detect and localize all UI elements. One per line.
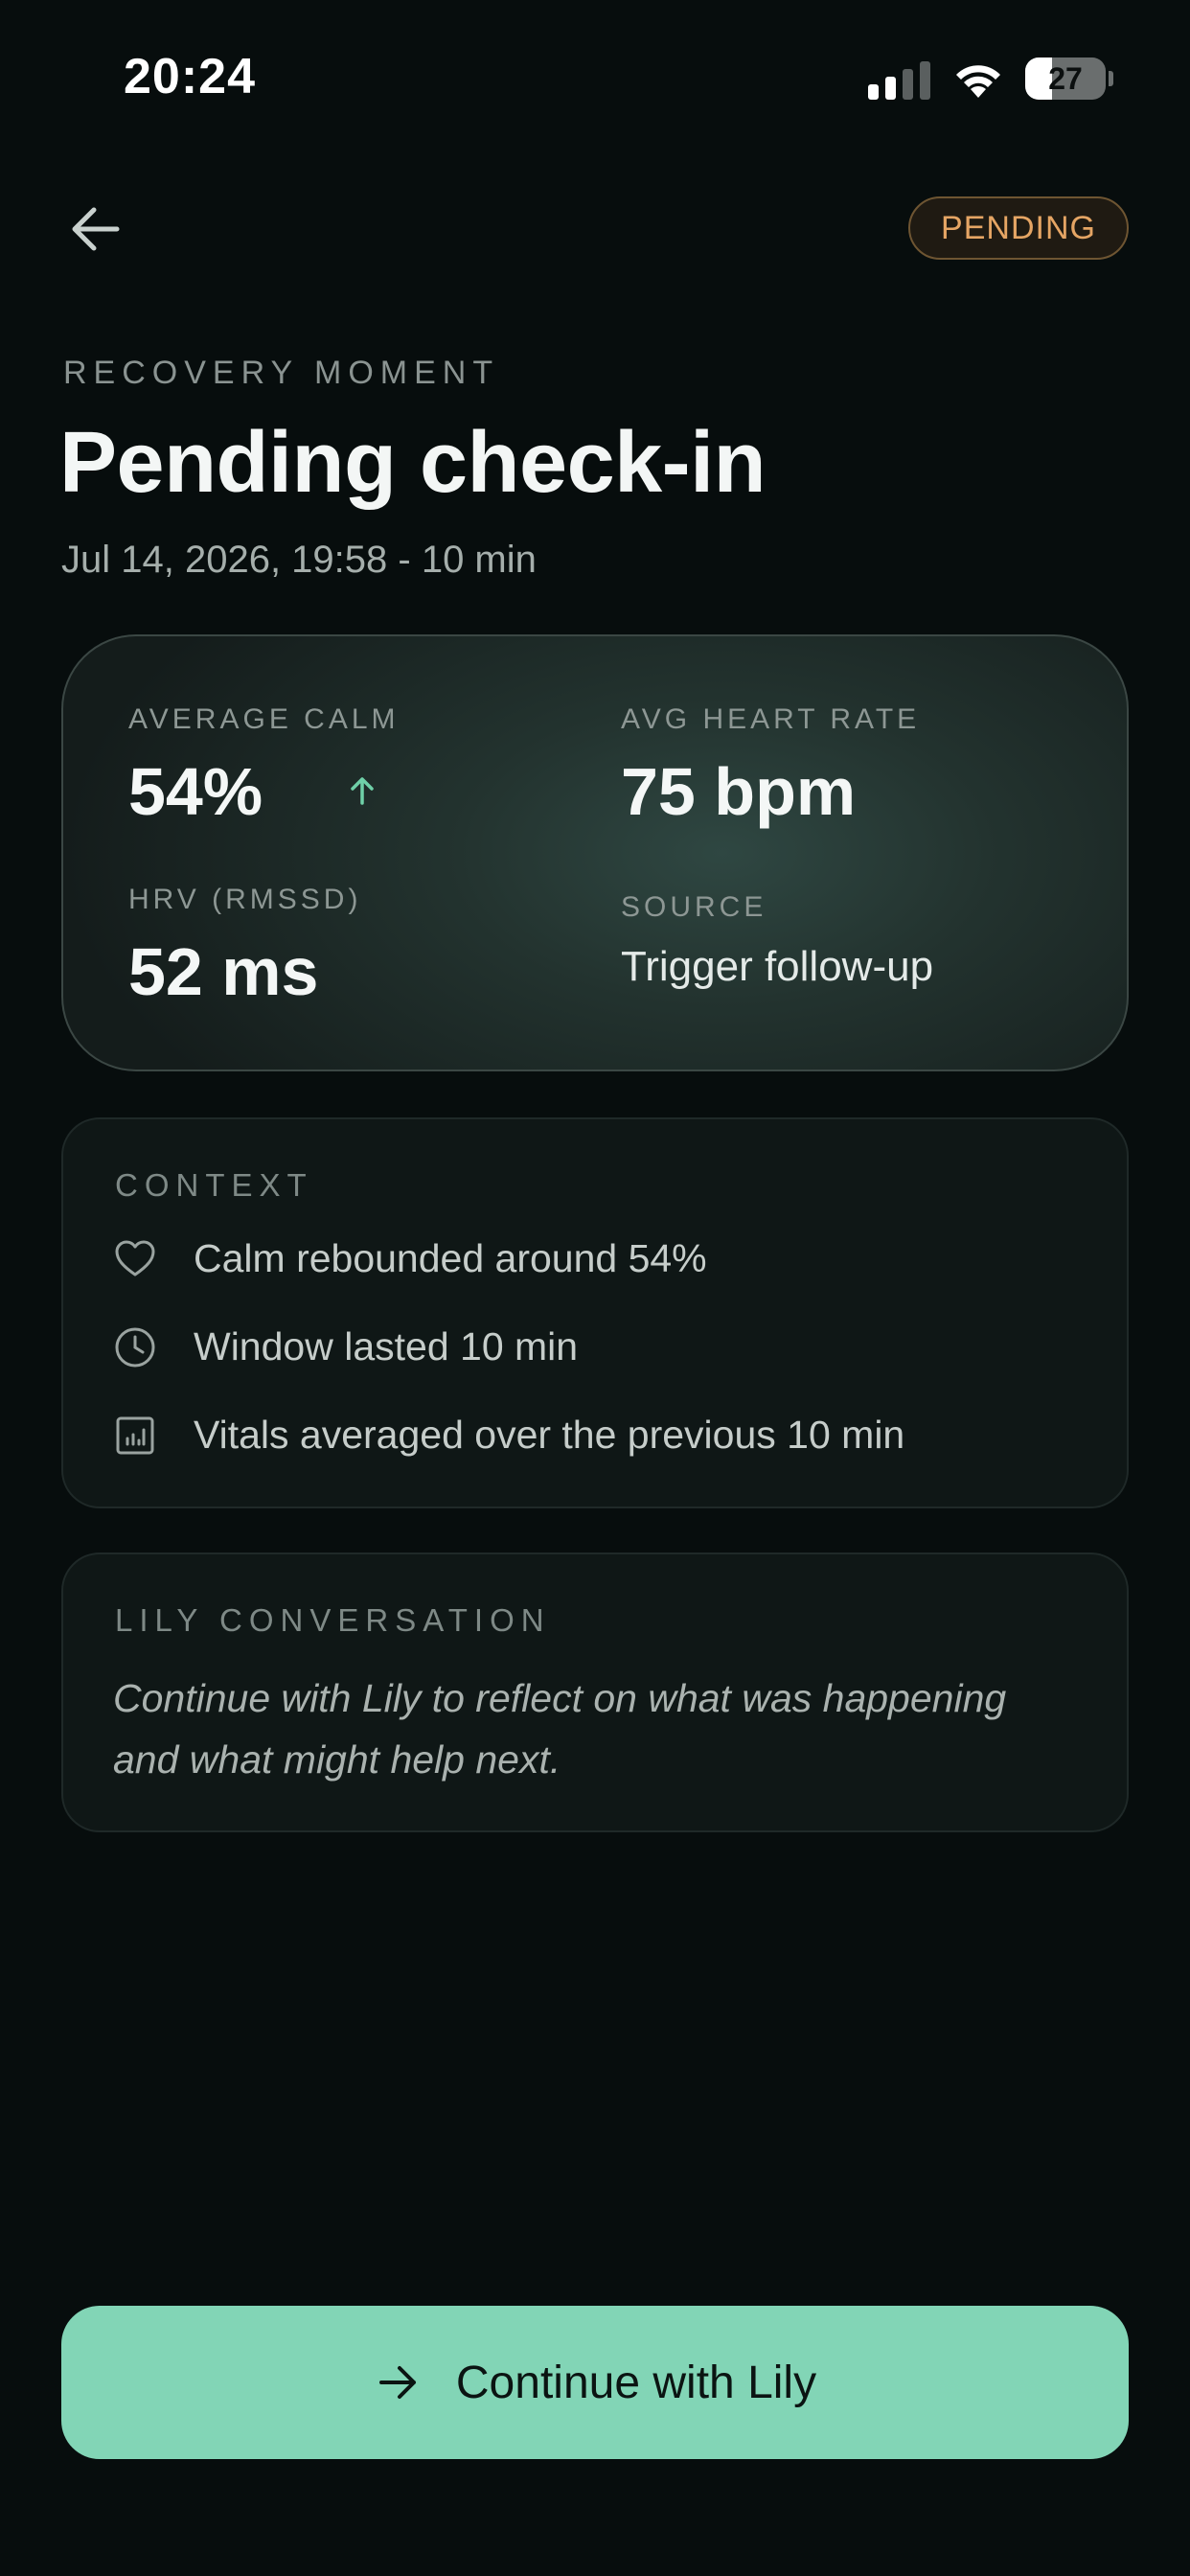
avg-heart-rate-value: 75 bpm bbox=[621, 754, 857, 829]
lily-conversation-title: LILY CONVERSATION bbox=[115, 1602, 551, 1638]
context-title: CONTEXT bbox=[115, 1167, 313, 1203]
screen: 20:24 27 PENDING RECOVERY MOMENT Pending… bbox=[0, 0, 1190, 2576]
chart-icon bbox=[116, 1416, 154, 1454]
context-item: Vitals averaged over the previous 10 min bbox=[113, 1413, 904, 1458]
arrow-right-icon bbox=[378, 2366, 416, 2399]
arrow-left-icon bbox=[72, 207, 120, 251]
context-item: Window lasted 10 min bbox=[113, 1324, 578, 1369]
stats-card: AVERAGE CALM 54% AVG HEART RATE 75 bpm H… bbox=[61, 634, 1129, 1071]
continue-with-lily-button[interactable]: Continue with Lily bbox=[61, 2306, 1129, 2459]
page-subtitle: Jul 14, 2026, 19:58 - 10 min bbox=[61, 539, 537, 581]
cellular-signal-icon bbox=[868, 59, 931, 100]
page-eyebrow: RECOVERY MOMENT bbox=[63, 355, 500, 391]
context-item-text: Window lasted 10 min bbox=[194, 1324, 579, 1368]
source-label: SOURCE bbox=[621, 891, 767, 923]
clock-icon bbox=[115, 1327, 155, 1367]
source-value: Trigger follow-up bbox=[621, 943, 934, 990]
status-time: 20:24 bbox=[124, 49, 256, 104]
avg-calm-label: AVERAGE CALM bbox=[128, 703, 400, 735]
battery-indicator: 27 bbox=[1025, 58, 1113, 100]
hrv-label: HRV (RMSSD) bbox=[128, 884, 362, 915]
lily-conversation-body: Continue with Lily to reflect on what wa… bbox=[113, 1676, 1007, 1782]
back-button[interactable] bbox=[61, 199, 132, 259]
avg-heart-rate-label: AVG HEART RATE bbox=[621, 703, 921, 735]
avg-calm-value: 54% bbox=[128, 754, 263, 829]
status-badge: PENDING bbox=[908, 196, 1129, 260]
hrv-value: 52 ms bbox=[128, 934, 319, 1009]
page-title: Pending check-in bbox=[59, 415, 767, 511]
arrow-up-icon bbox=[351, 777, 374, 805]
continue-button-label: Continue with Lily bbox=[455, 2357, 817, 2408]
context-card: CONTEXT Calm rebounded around 54% Window… bbox=[61, 1117, 1129, 1508]
context-item-text: Vitals averaged over the previous 10 min bbox=[194, 1413, 905, 1457]
heart-icon bbox=[115, 1240, 155, 1276]
context-item: Calm rebounded around 54% bbox=[113, 1236, 707, 1281]
battery-percent: 27 bbox=[1048, 61, 1083, 96]
context-item-text: Calm rebounded around 54% bbox=[194, 1236, 707, 1280]
lily-conversation-card: LILY CONVERSATION Continue with Lily to … bbox=[61, 1552, 1129, 1832]
wifi-icon bbox=[956, 65, 1000, 98]
